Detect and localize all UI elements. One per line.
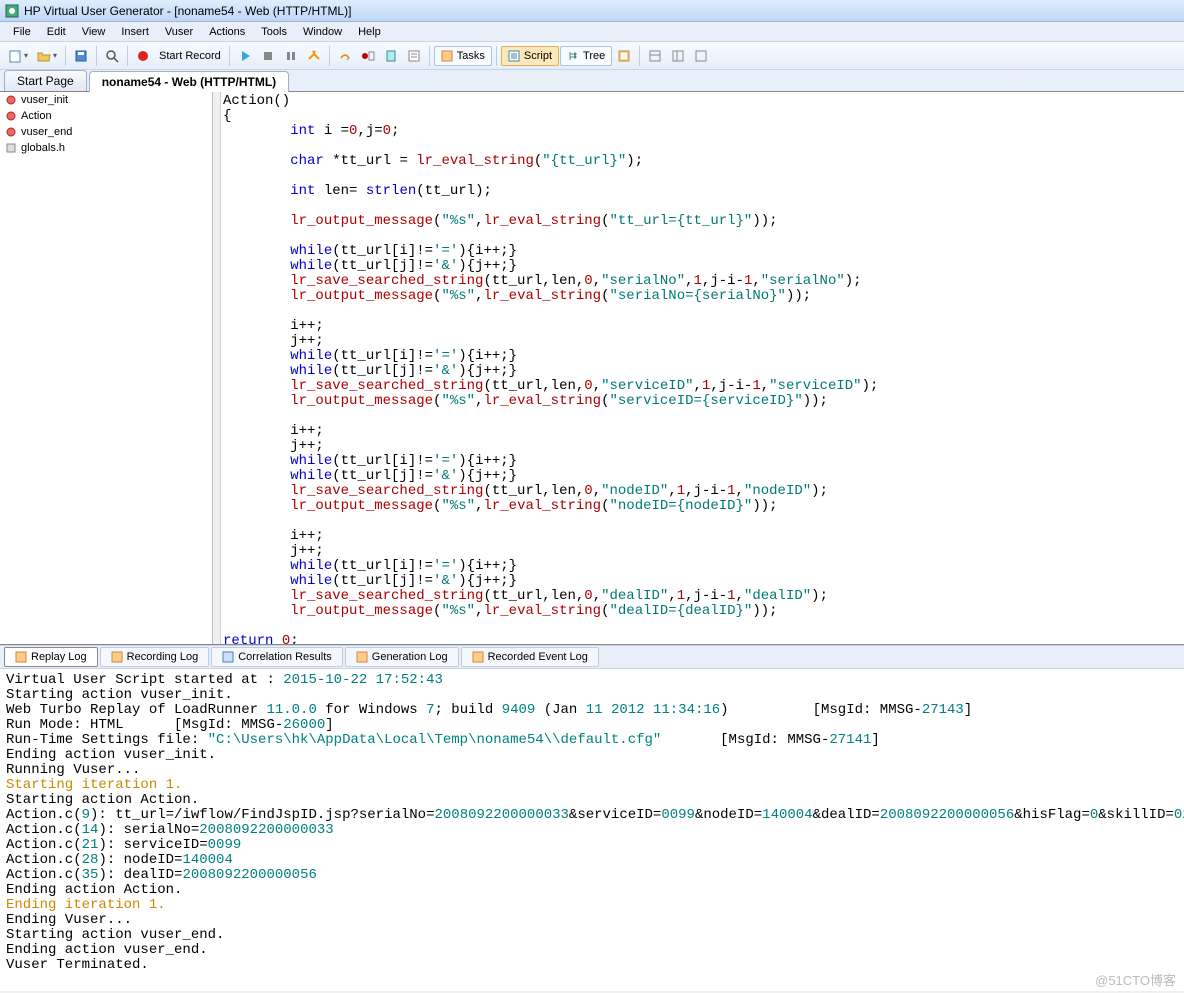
separator <box>429 46 430 66</box>
sidebar-label: globals.h <box>21 142 65 154</box>
action-tree: vuser_init Action vuser_end globals.h <box>0 92 213 644</box>
titlebar: HP Virtual User Generator - [noname54 - … <box>0 0 1184 22</box>
action-icon <box>4 93 18 107</box>
app-icon <box>4 3 20 19</box>
sidebar-item-vuser-init[interactable]: vuser_init <box>0 92 212 108</box>
breakpoint-button[interactable] <box>357 45 379 67</box>
separator <box>639 46 640 66</box>
separator <box>127 46 128 66</box>
tree-label: Tree <box>583 50 605 62</box>
sidebar-label: vuser_init <box>21 94 68 106</box>
watermark: @51CTO博客 <box>1095 970 1176 989</box>
menu-file[interactable]: File <box>6 24 38 40</box>
search-button[interactable] <box>101 45 123 67</box>
sidebar-item-vuser-end[interactable]: vuser_end <box>0 124 212 140</box>
menu-edit[interactable]: Edit <box>40 24 73 40</box>
menu-view[interactable]: View <box>75 24 113 40</box>
menubar: File Edit View Insert Vuser Actions Tool… <box>0 22 1184 42</box>
pause-button[interactable] <box>280 45 302 67</box>
tab-start-page[interactable]: Start Page <box>4 70 87 91</box>
action-icon <box>4 109 18 123</box>
tool3-button[interactable] <box>690 45 712 67</box>
editor-gutter <box>213 92 221 644</box>
replay-log[interactable]: Virtual User Script started at : 2015-10… <box>0 669 1184 991</box>
tab-replay-log[interactable]: Replay Log <box>4 647 98 667</box>
record-button[interactable] <box>132 45 154 67</box>
document-tabs: Start Page noname54 - Web (HTTP/HTML) <box>0 70 1184 92</box>
code-content[interactable]: Action() { int i =0,j=0; char *tt_url = … <box>213 92 1184 644</box>
open-button[interactable] <box>33 45 61 67</box>
code-editor[interactable]: Action() { int i =0,j=0; char *tt_url = … <box>213 92 1184 644</box>
sidebar-label: Action <box>21 110 52 122</box>
separator <box>496 46 497 66</box>
start-record-label[interactable]: Start Record <box>155 50 225 62</box>
tree-button[interactable]: Tree <box>560 46 612 66</box>
menu-vuser[interactable]: Vuser <box>158 24 200 40</box>
output-tabs: Replay Log Recording Log Correlation Res… <box>0 645 1184 669</box>
tab-document[interactable]: noname54 - Web (HTTP/HTML) <box>89 71 289 92</box>
tool1-button[interactable] <box>644 45 666 67</box>
menu-insert[interactable]: Insert <box>114 24 156 40</box>
bookmark-button[interactable] <box>380 45 402 67</box>
tasks-label: Tasks <box>457 50 485 62</box>
header-icon <box>4 141 18 155</box>
separator <box>329 46 330 66</box>
script-label: Script <box>524 50 552 62</box>
stop-button[interactable] <box>257 45 279 67</box>
tab-correlation-results[interactable]: Correlation Results <box>211 647 343 667</box>
menu-help[interactable]: Help <box>351 24 388 40</box>
menu-window[interactable]: Window <box>296 24 349 40</box>
toolbar: Start Record Tasks Script Tree <box>0 42 1184 70</box>
step-over-button[interactable] <box>334 45 356 67</box>
action-icon <box>4 125 18 139</box>
workspace: vuser_init Action vuser_end globals.h Ac… <box>0 92 1184 645</box>
compile-button[interactable] <box>303 45 325 67</box>
separator <box>229 46 230 66</box>
separator <box>96 46 97 66</box>
window-title: HP Virtual User Generator - [noname54 - … <box>24 4 351 18</box>
sidebar-label: vuser_end <box>21 126 72 138</box>
tab-recorded-event-log[interactable]: Recorded Event Log <box>461 647 599 667</box>
separator <box>65 46 66 66</box>
new-button[interactable] <box>4 45 32 67</box>
snapshot-button[interactable] <box>613 45 635 67</box>
sidebar-item-action[interactable]: Action <box>0 108 212 124</box>
menu-tools[interactable]: Tools <box>254 24 294 40</box>
comment-button[interactable] <box>403 45 425 67</box>
save-button[interactable] <box>70 45 92 67</box>
sidebar-item-globals[interactable]: globals.h <box>0 140 212 156</box>
tasks-button[interactable]: Tasks <box>434 46 492 66</box>
script-button[interactable]: Script <box>501 46 559 66</box>
menu-actions[interactable]: Actions <box>202 24 252 40</box>
tab-generation-log[interactable]: Generation Log <box>345 647 459 667</box>
tool2-button[interactable] <box>667 45 689 67</box>
play-button[interactable] <box>234 45 256 67</box>
tab-recording-log[interactable]: Recording Log <box>100 647 210 667</box>
